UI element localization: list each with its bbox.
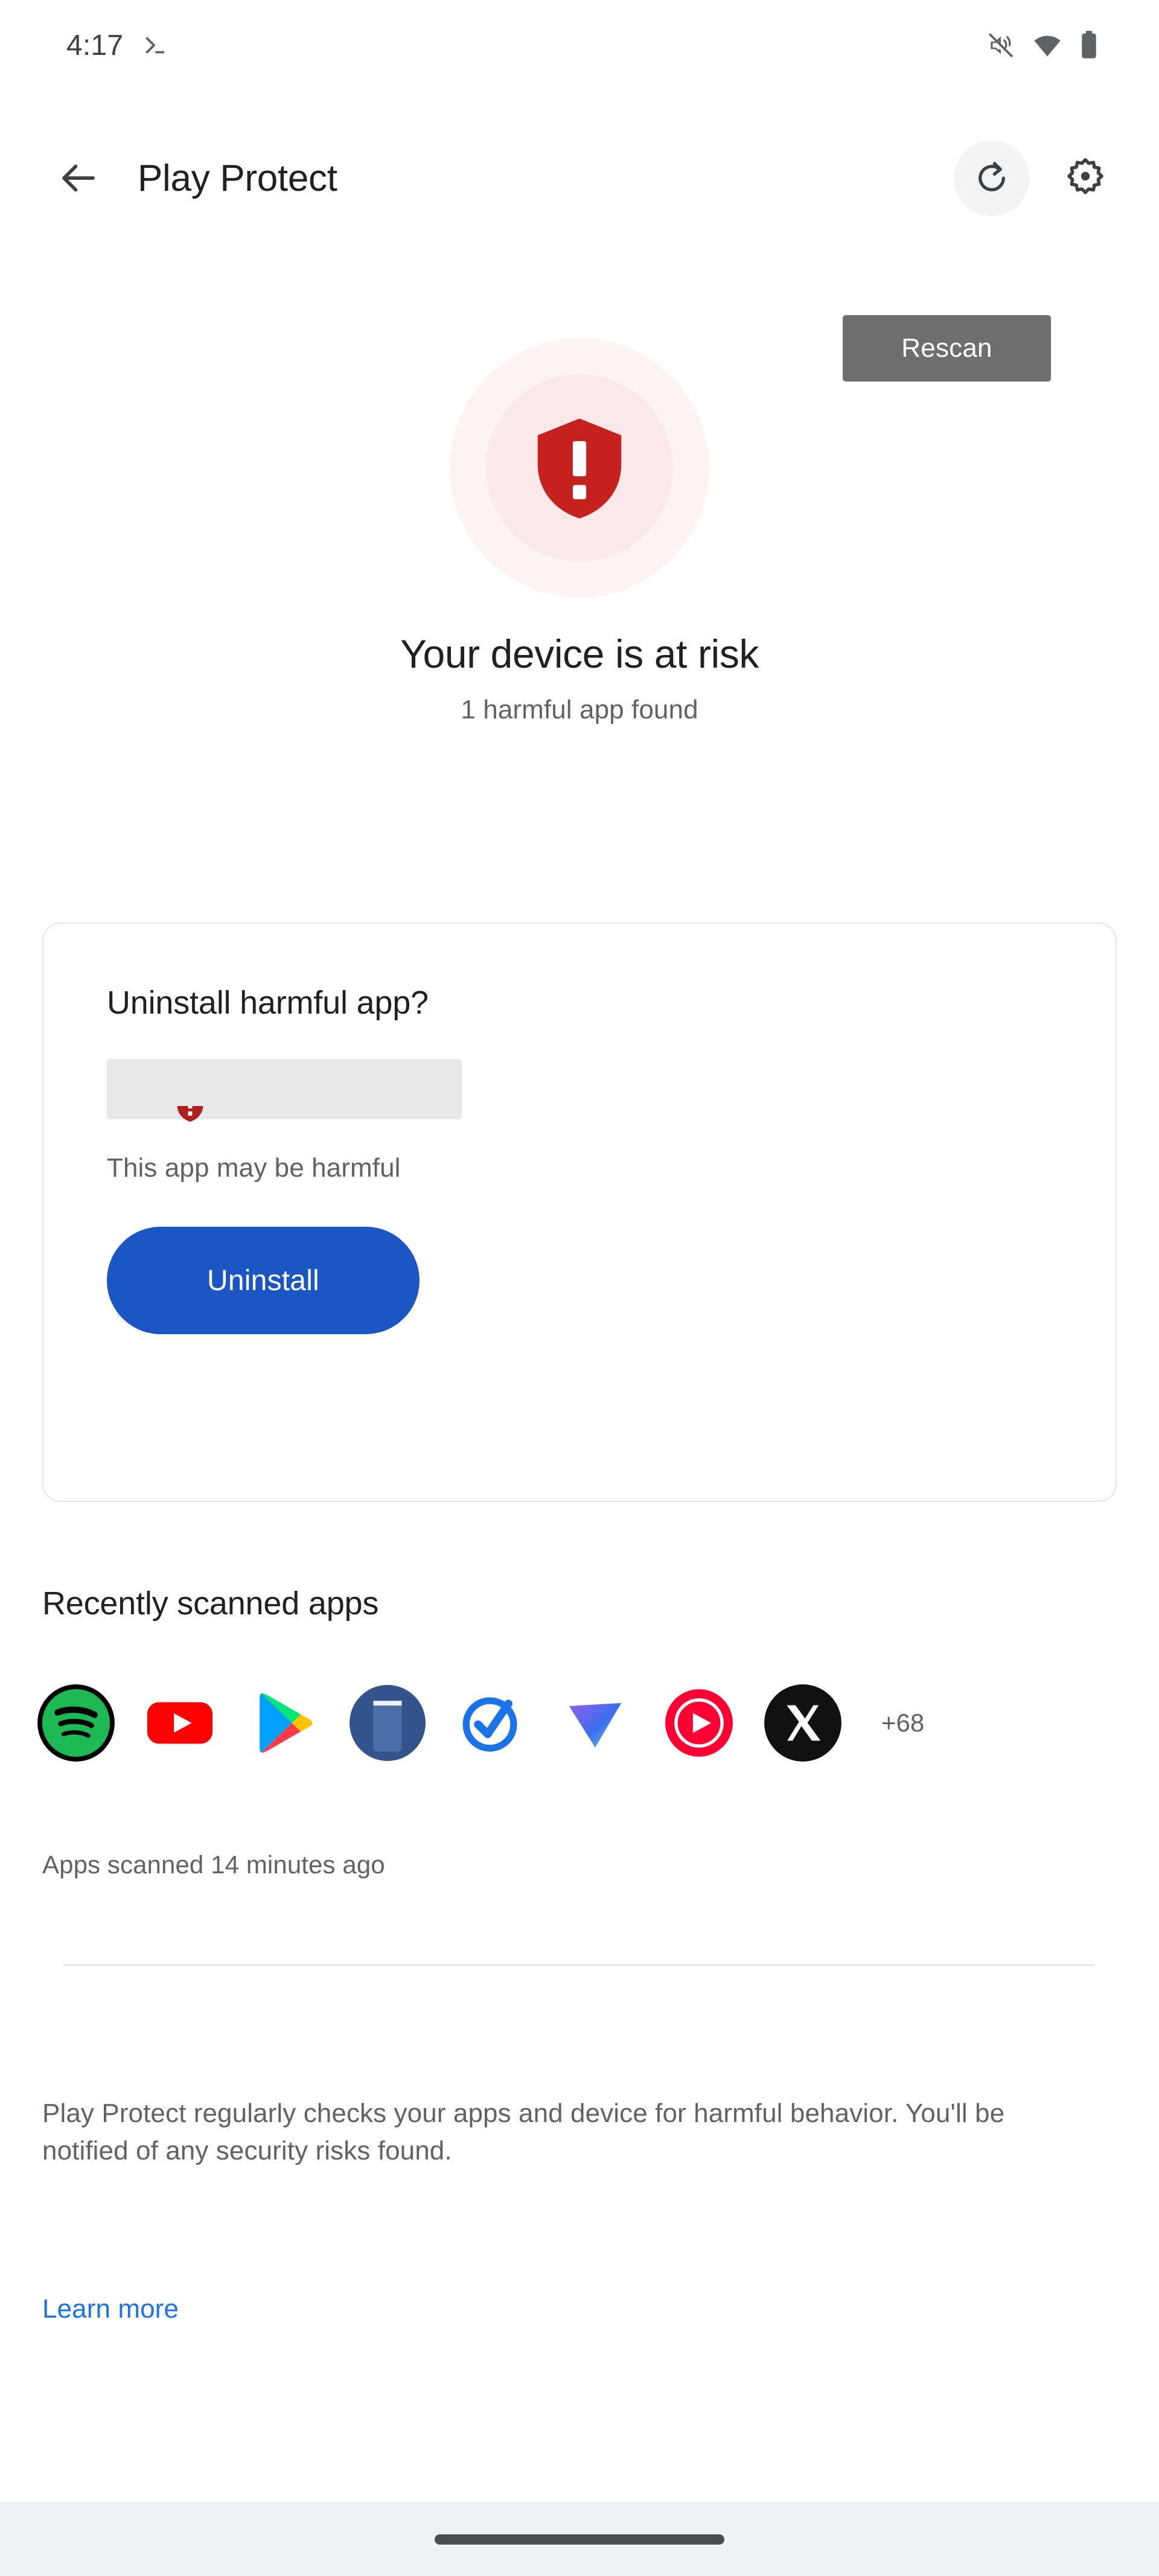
wifi-icon [1032,30,1063,61]
shield-warning-badge-icon [173,1106,207,1140]
recently-scanned-title: Recently scanned apps [42,1585,378,1622]
proton-vpn-icon[interactable] [557,1684,634,1762]
app-bar: Play Protect [0,127,1159,229]
check-circle-icon[interactable] [453,1684,530,1762]
terminal-icon [141,31,169,59]
settings-button[interactable] [1047,141,1123,216]
back-button[interactable] [42,142,115,214]
uninstall-button[interactable]: Uninstall [107,1227,420,1334]
device-icon[interactable] [349,1684,426,1762]
card-title: Uninstall harmful app? [107,984,1052,1021]
youtube-icon[interactable] [141,1684,219,1762]
status-bar-right [986,30,1120,61]
recently-scanned-apps-row: +68 [37,1684,1100,1762]
status-clock: 4:17 [66,29,123,62]
app-bar-actions [954,141,1123,216]
learn-more-link[interactable]: Learn more [42,2294,179,2324]
play-protect-screen: 4:17 [0,0,1159,2576]
status-bar-left: 4:17 [66,29,169,62]
status-bar: 4:17 [0,0,1159,91]
hero-section: Your device is at risk 1 harmful app fou… [0,338,1159,725]
battery-full-icon [1079,30,1099,61]
shield-illustration [450,338,709,598]
last-scan-time: Apps scanned 14 minutes ago [42,1850,385,1879]
card-subtitle: This app may be harmful [107,1153,1052,1183]
hero-subhead: 1 harmful app found [461,695,698,725]
volume-off-icon [986,30,1016,60]
home-gesture-pill[interactable] [435,2534,724,2545]
uninstall-harmful-app-card: Uninstall harmful app? This app may be h… [42,922,1117,1502]
redacted-app-row [107,1059,1052,1149]
footer-description: Play Protect regularly checks your apps … [42,2095,1081,2170]
page-title: Play Protect [138,157,954,200]
back-arrow-icon [57,156,100,200]
system-nav-bar [0,2502,1159,2576]
google-play-icon[interactable] [245,1684,322,1762]
x-twitter-icon[interactable] [764,1684,841,1762]
redacted-app-name [107,1059,462,1119]
section-divider [63,1964,1094,1966]
hero-headline: Your device is at risk [400,631,759,677]
more-apps-count: +68 [881,1708,924,1737]
rescan-button[interactable] [954,141,1029,216]
spotify-icon[interactable] [37,1684,115,1762]
gear-icon [1064,157,1106,199]
refresh-icon [972,158,1012,198]
youtube-music-icon[interactable] [660,1684,738,1762]
shield-warning-icon [528,414,631,522]
